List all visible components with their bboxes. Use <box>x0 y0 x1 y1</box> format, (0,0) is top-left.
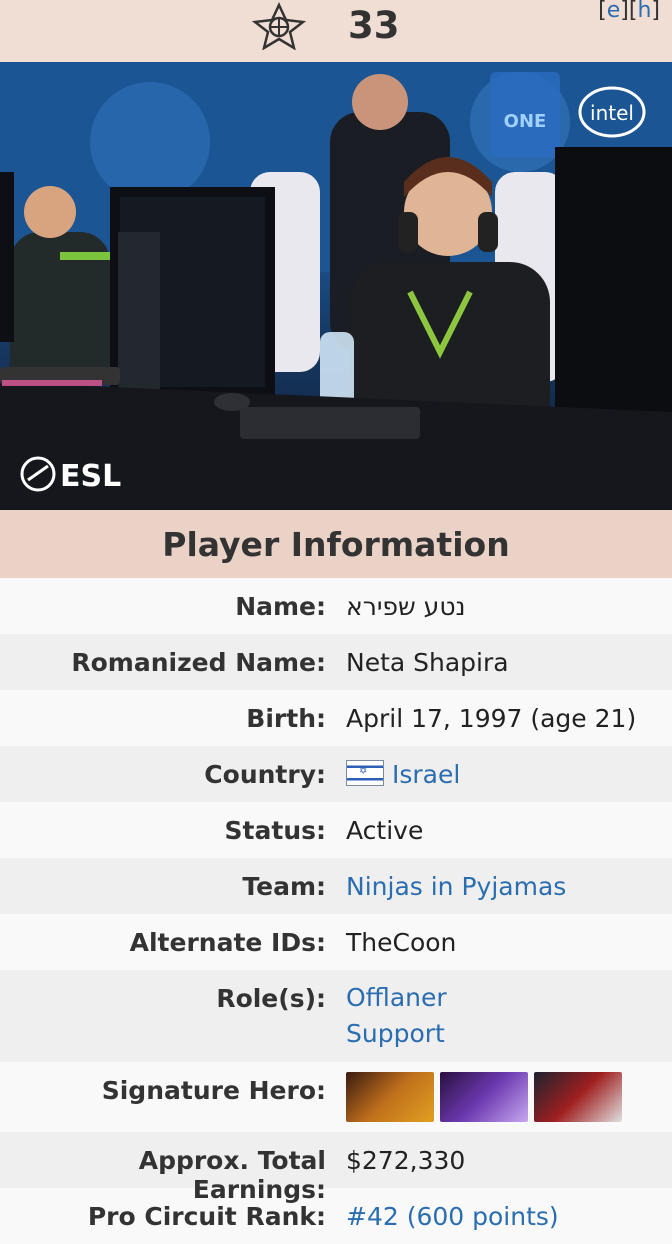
team-label: Team: <box>242 872 326 901</box>
birth-label: Birth: <box>246 704 326 733</box>
info-row-country: Country: ✡ Israel <box>0 746 672 802</box>
birth-value: April 17, 1997 (age 21) <box>346 704 637 733</box>
country-label: Country: <box>204 760 326 789</box>
info-row-romanized: Romanized Name: Neta Shapira <box>0 634 672 690</box>
info-row-name: Name: נטע שפירא <box>0 578 672 634</box>
earnings-value: $272,330 <box>346 1146 466 1175</box>
alt-ids-label: Alternate IDs: <box>129 928 326 957</box>
earnings-label: Approx. Total Earnings: <box>138 1146 326 1204</box>
info-row-team: Team: Ninjas in Pyjamas <box>0 858 672 914</box>
info-row-earnings: Approx. Total Earnings: $272,330 <box>0 1132 672 1204</box>
hero-portrait-icon[interactable] <box>534 1072 622 1122</box>
svg-text:ONE: ONE <box>504 111 547 132</box>
roles-value: Offlaner Support <box>326 970 447 1062</box>
romanized-value: Neta Shapira <box>346 648 509 677</box>
esl-watermark-icon: ESL <box>20 456 121 494</box>
history-link[interactable]: h <box>637 0 651 23</box>
team-link[interactable]: Ninjas in Pyjamas <box>326 858 566 914</box>
name-value: נטע שפירא <box>346 592 466 621</box>
page-title: 33 <box>348 4 400 47</box>
hero-portrait-icon[interactable] <box>440 1072 528 1122</box>
romanized-label: Romanized Name: <box>71 648 326 677</box>
info-row-birth: Birth: April 17, 1997 (age 21) <box>0 690 672 746</box>
signature-hero-list <box>326 1062 628 1132</box>
status-label: Status: <box>224 816 326 845</box>
svg-text:intel: intel <box>590 101 634 125</box>
info-row-signature-hero: Signature Hero: <box>0 1062 672 1132</box>
ninjas-in-pyjamas-logo-icon <box>252 2 306 50</box>
info-row-roles: Role(s): Offlaner Support <box>0 970 672 1062</box>
role-link-support[interactable]: Support <box>346 1016 447 1052</box>
player-photo: ONE intel ESL <box>0 62 672 510</box>
info-row-alt-ids: Alternate IDs: TheCoon <box>0 914 672 970</box>
country-link[interactable]: Israel <box>392 760 460 789</box>
section-title: Player Information <box>0 510 672 578</box>
status-value: Active <box>346 816 424 845</box>
edit-links: [e][h] <box>598 0 660 23</box>
info-row-rank: Pro Circuit Rank: #42 (600 points) <box>0 1188 672 1244</box>
country-value: ✡ Israel <box>326 746 460 802</box>
photo-scene: ONE intel <box>0 62 672 510</box>
alt-ids-value: TheCoon <box>346 928 457 957</box>
name-label: Name: <box>235 592 326 621</box>
hero-portrait-icon[interactable] <box>346 1072 434 1122</box>
roles-label: Role(s): <box>216 984 326 1013</box>
rank-label: Pro Circuit Rank: <box>87 1202 326 1231</box>
signature-hero-label: Signature Hero: <box>101 1076 326 1105</box>
role-link-offlaner[interactable]: Offlaner <box>346 980 447 1016</box>
edit-link[interactable]: e <box>607 0 621 23</box>
info-row-status: Status: Active <box>0 802 672 858</box>
rank-link[interactable]: #42 (600 points) <box>326 1188 559 1244</box>
player-info-table: Name: נטע שפירא Romanized Name: Neta Sha… <box>0 578 672 1244</box>
page-header: 33 [e][h] <box>0 0 672 62</box>
svg-text:ESL: ESL <box>60 459 121 494</box>
israel-flag-icon: ✡ <box>346 760 384 786</box>
